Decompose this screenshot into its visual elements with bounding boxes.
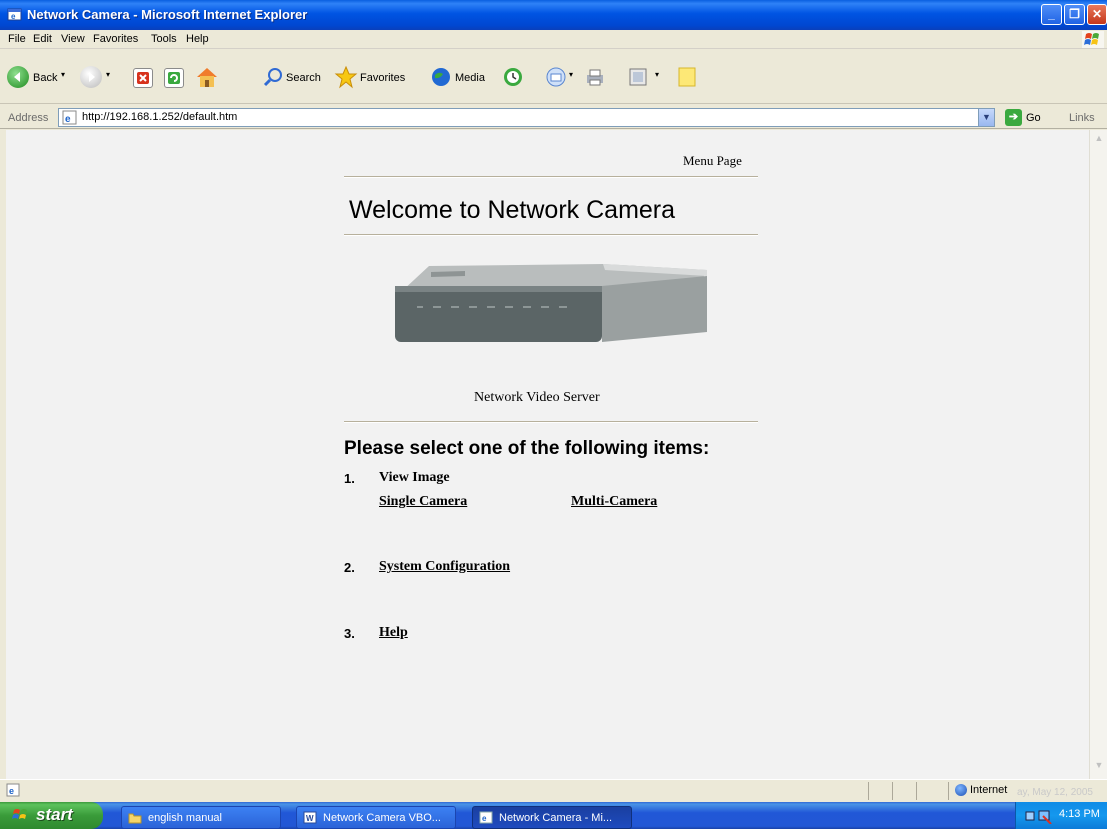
- menu-page-label: Menu Page: [683, 153, 742, 168]
- close-button[interactable]: ✕: [1087, 4, 1107, 25]
- clock-time[interactable]: 4:13 PM: [1059, 808, 1100, 820]
- divider: [344, 176, 758, 178]
- vertical-scrollbar[interactable]: ▲ ▼: [1089, 130, 1107, 779]
- divider: [344, 421, 758, 423]
- svg-text:e: e: [482, 814, 487, 823]
- start-label[interactable]: start: [36, 805, 73, 825]
- single-camera-link[interactable]: Single Camera: [379, 494, 467, 510]
- scroll-down-icon[interactable]: ▼: [1092, 760, 1106, 774]
- edit-dropdown-icon[interactable]: ▾: [655, 70, 659, 79]
- restore-button[interactable]: ❐: [1064, 4, 1085, 25]
- page-status-icon: e: [6, 783, 20, 797]
- links-label[interactable]: Links: [1069, 112, 1095, 124]
- device-caption: Network Video Server: [474, 390, 600, 405]
- item-number: 2.: [344, 560, 355, 575]
- history-icon[interactable]: [502, 66, 524, 88]
- svg-text:W: W: [306, 814, 314, 823]
- status-cell: [892, 782, 916, 800]
- menu-favorites[interactable]: Favorites: [93, 33, 138, 45]
- svg-text:e: e: [11, 12, 16, 21]
- faded-date-text: ay, May 12, 2005: [1017, 787, 1093, 798]
- menu-bar: File Edit View Favorites Tools Help: [0, 30, 1107, 49]
- word-document-icon: W: [303, 811, 317, 824]
- search-icon[interactable]: [262, 66, 284, 88]
- svg-text:e: e: [9, 786, 14, 796]
- network-status-icon[interactable]: [1024, 808, 1054, 824]
- home-icon[interactable]: [194, 65, 220, 89]
- back-button-label[interactable]: Back: [33, 72, 57, 84]
- forward-icon[interactable]: [80, 66, 102, 88]
- internet-globe-icon: [955, 784, 967, 796]
- taskbar-item-label: Network Camera - Mi...: [499, 812, 613, 824]
- favorites-star-icon[interactable]: [334, 65, 358, 89]
- taskbar-item-english-manual[interactable]: english manual: [121, 806, 281, 829]
- window-title: Network Camera - Microsoft Internet Expl…: [27, 7, 308, 22]
- address-url[interactable]: http://192.168.1.252/default.htm: [82, 111, 237, 123]
- note-icon[interactable]: [677, 66, 697, 88]
- menu-edit[interactable]: Edit: [33, 33, 52, 45]
- back-dropdown-icon[interactable]: ▾: [61, 70, 65, 79]
- multi-camera-link[interactable]: Multi-Camera: [571, 494, 657, 510]
- go-button-label[interactable]: Go: [1026, 112, 1041, 124]
- title-bar[interactable]: e Network Camera - Microsoft Internet Ex…: [0, 0, 1107, 30]
- item-number: 3.: [344, 626, 355, 641]
- system-configuration-link[interactable]: System Configuration: [379, 559, 510, 575]
- stop-icon[interactable]: [133, 68, 153, 88]
- network-video-server-image: [395, 264, 707, 342]
- ie-page-icon: e: [62, 110, 77, 125]
- back-icon[interactable]: [7, 66, 29, 88]
- forward-dropdown-icon[interactable]: ▾: [106, 70, 110, 79]
- minimize-button[interactable]: _: [1041, 4, 1062, 25]
- status-cell: [916, 782, 940, 800]
- favorites-button-label[interactable]: Favorites: [360, 72, 405, 84]
- taskbar-item-label: Network Camera VBO...: [323, 812, 441, 824]
- media-icon[interactable]: [430, 66, 452, 88]
- zone-label: Internet: [970, 784, 1008, 796]
- menu-file[interactable]: File: [8, 33, 26, 45]
- help-link[interactable]: Help: [379, 625, 408, 641]
- menu-view[interactable]: View: [61, 33, 85, 45]
- selection-prompt: Please select one of the following items…: [344, 438, 710, 459]
- ie-window-icon: e: [479, 811, 493, 824]
- address-dropdown-icon[interactable]: ▼: [978, 109, 994, 126]
- status-cell: [868, 782, 892, 800]
- search-button-label[interactable]: Search: [286, 72, 321, 84]
- taskbar-item-internet-explorer[interactable]: e Network Camera - Mi...: [472, 806, 632, 829]
- item-number: 1.: [344, 471, 355, 486]
- mail-icon[interactable]: [545, 66, 567, 88]
- go-arrow-icon[interactable]: ➔: [1005, 109, 1022, 126]
- taskbar-item-word-document[interactable]: W Network Camera VBO...: [296, 806, 456, 829]
- windows-flag-icon: [12, 809, 27, 819]
- menu-help[interactable]: Help: [186, 33, 209, 45]
- windows-logo-icon: [1082, 31, 1104, 48]
- svg-text:e: e: [65, 114, 71, 125]
- menu-tools[interactable]: Tools: [151, 33, 177, 45]
- page-title: Welcome to Network Camera: [349, 196, 676, 224]
- edit-page-icon[interactable]: [628, 67, 648, 87]
- ie-window-icon: e: [7, 8, 22, 21]
- folder-icon: [128, 813, 142, 824]
- divider: [344, 234, 758, 236]
- address-label: Address: [8, 112, 49, 124]
- status-bar: [0, 779, 1107, 802]
- media-button-label[interactable]: Media: [455, 72, 485, 84]
- print-icon[interactable]: [584, 66, 606, 88]
- taskbar-item-label: english manual: [148, 812, 222, 824]
- refresh-icon[interactable]: [164, 68, 184, 88]
- scroll-up-icon[interactable]: ▲: [1092, 133, 1106, 147]
- view-image-label: View Image: [379, 470, 450, 485]
- mail-dropdown-icon[interactable]: ▾: [569, 70, 573, 79]
